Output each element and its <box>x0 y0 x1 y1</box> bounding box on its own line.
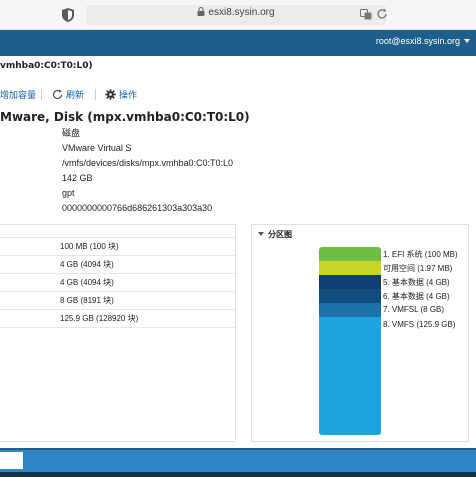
lock-icon <box>197 7 205 16</box>
partition-table: 100 MB (100 块) 4 GB (4094 块) 4 GB (4094 … <box>0 224 236 442</box>
browser-toolbar: esxi8.sysin.org <box>0 0 476 30</box>
table-row[interactable]: 100 MB (100 块) <box>0 238 235 256</box>
refresh-icon <box>52 89 63 100</box>
partition-legend-label: 5. 基本数据 (4 GB) <box>383 278 450 287</box>
partition-table-header <box>0 225 235 238</box>
partition-bar <box>319 247 381 435</box>
toolbar-divider <box>41 89 42 100</box>
partition-segment[interactable] <box>319 317 381 435</box>
partition-format-value: gpt <box>62 188 75 198</box>
table-row[interactable]: 125.9 GB (128920 块) <box>0 310 235 328</box>
partition-map-panel: 分区图 1. EFI 系统 (100 MB) 可用空间 (1.97 MB) 5. 基… <box>251 224 469 442</box>
partition-legend-label: 7. VMFSL (8 GB) <box>383 305 445 314</box>
disk-model-value: VMware Virtual S <box>62 143 132 153</box>
shield-icon[interactable] <box>62 8 74 22</box>
breadcrumb: vmhba0:C0:T0:L0) <box>0 61 93 71</box>
table-row[interactable]: 8 GB (8191 块) <box>0 292 235 310</box>
gear-icon <box>105 89 116 100</box>
refresh-label: 刷新 <box>66 91 85 101</box>
user-menu[interactable]: root@esxi8.sysin.org <box>376 36 470 46</box>
app-header: root@esxi8.sysin.org <box>0 30 476 56</box>
partition-segment[interactable] <box>319 303 381 317</box>
chevron-down-icon <box>464 39 470 43</box>
disk-path-value: /vmfs/devices/disks/mpx.vmhba0:C0:T0:L0 <box>62 158 234 168</box>
partition-segment[interactable] <box>319 261 381 275</box>
bottom-input[interactable] <box>0 452 23 469</box>
partition-map-toggle[interactable]: 分区图 <box>258 229 292 240</box>
refresh-button[interactable]: 刷新 <box>52 88 84 101</box>
actions-label: 操作 <box>119 91 138 101</box>
disk-properties: 磁盘 VMware Virtual S /vmfs/devices/disks/… <box>62 126 233 216</box>
disk-capacity-value: 142 GB <box>62 173 93 183</box>
partition-legend-label: 6. 基本数据 (4 GB) <box>383 292 450 301</box>
toolbar-divider <box>95 89 96 100</box>
address-bar[interactable]: esxi8.sysin.org <box>86 5 388 25</box>
reload-icon[interactable] <box>376 8 388 20</box>
user-name: root@esxi8.sysin.org <box>375 36 460 46</box>
recent-tasks-strip <box>0 450 476 473</box>
actions-button[interactable]: 操作 <box>105 88 137 101</box>
disk-type-value: 磁盘 <box>62 128 81 138</box>
partition-segment[interactable] <box>319 289 381 303</box>
table-row[interactable]: 4 GB (4094 块) <box>0 274 235 292</box>
partition-segment[interactable] <box>319 275 381 289</box>
partition-legend-label: 1. EFI 系统 (100 MB) <box>383 250 458 259</box>
translate-icon[interactable] <box>360 9 372 20</box>
partition-legend-label: 可用空间 (1.97 MB) <box>383 264 453 273</box>
disk-uuid-value: 0000000000766d686261303a303a30 <box>62 203 213 213</box>
collapse-icon <box>258 232 264 236</box>
partition-segment[interactable] <box>319 247 381 261</box>
bottom-edge <box>0 472 476 477</box>
url-display: esxi8.sysin.org <box>86 7 386 18</box>
add-capacity-button[interactable]: 增加容量 <box>0 88 36 101</box>
disk-title: Mware, Disk (mpx.vmhba0:C0:T0:L0) <box>0 110 250 124</box>
table-row[interactable]: 4 GB (4094 块) <box>0 256 235 274</box>
url-text: esxi8.sysin.org <box>208 7 275 18</box>
partition-legend-label: 8. VMFS (125.9 GB) <box>383 320 456 329</box>
partition-map-title: 分区图 <box>268 230 292 239</box>
